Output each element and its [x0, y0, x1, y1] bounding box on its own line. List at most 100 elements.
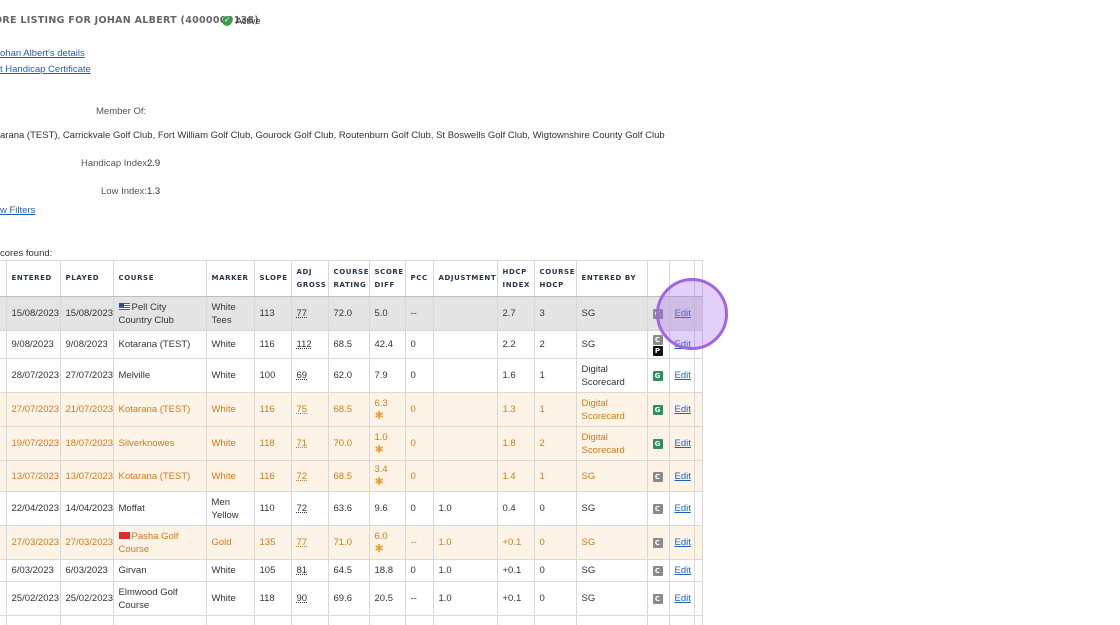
- cell-entered-by: SG: [576, 615, 648, 625]
- cell-edit: Edit: [669, 615, 695, 625]
- table-row: 15/08/2023 15/08/2023 Pell City Country Cl…: [0, 296, 703, 331]
- cell-score-diff: 18.8: [369, 559, 406, 582]
- col-marker[interactable]: MARKER: [206, 260, 255, 297]
- cell-marker: White: [206, 392, 255, 427]
- cell-score-diff: 7.9: [369, 358, 406, 393]
- col-played[interactable]: PLAYED: [60, 260, 114, 297]
- player-details-link[interactable]: ohan Albert's details: [0, 48, 85, 59]
- cell-entered: 25/02/2023: [6, 615, 61, 625]
- cell-course-rating: 68.5: [328, 460, 370, 492]
- adj-gross-link[interactable]: 77: [297, 308, 308, 319]
- edit-link[interactable]: Edit: [675, 370, 691, 381]
- table-row: 27/07/2023 21/07/2023 Kotarana (TEST) White…: [0, 392, 703, 427]
- cell-course-rating: 72.0: [328, 296, 370, 331]
- score-diff-value: 9.6: [374, 503, 388, 514]
- cell-entered: 28/07/2023: [6, 358, 61, 393]
- col-adjustment[interactable]: ADJUSTMENT: [433, 260, 498, 297]
- cell-source: C: [647, 296, 670, 331]
- cell-adjustment: 1.0: [433, 559, 498, 582]
- cell-played: 27/03/2023: [60, 525, 114, 560]
- cell-end: [694, 615, 703, 625]
- cell-course: Pasha Golf Course: [113, 525, 207, 560]
- cell-adj-gross: 75: [291, 392, 329, 427]
- adj-gross-link[interactable]: 72: [297, 471, 308, 482]
- score-diff-value: 1.0: [374, 431, 388, 443]
- cell-edit: Edit: [669, 525, 695, 560]
- edit-link[interactable]: Edit: [675, 339, 691, 350]
- cell-adj-gross: 77: [291, 296, 329, 331]
- col-slope[interactable]: SLOPE: [254, 260, 292, 297]
- adj-gross-link[interactable]: 75: [297, 404, 308, 415]
- cell-hdcp-index: 1.3: [497, 392, 535, 427]
- cell-played: 18/07/2023: [60, 426, 114, 461]
- edit-link[interactable]: Edit: [675, 308, 691, 319]
- cell-adj-gross: 72: [291, 491, 329, 526]
- col-pcc[interactable]: PCC: [405, 260, 434, 297]
- col-entered-by[interactable]: ENTERED BY: [576, 260, 648, 297]
- cell-slope: 119: [254, 615, 292, 625]
- competition-badge-icon: C: [652, 504, 663, 514]
- col-score-diff[interactable]: SCORE DIFF: [369, 260, 406, 297]
- adj-gross-link[interactable]: 72: [297, 503, 308, 514]
- cell-course-hdcp: 0: [534, 491, 577, 526]
- cell-adjustment: [433, 330, 498, 359]
- cell-source: G: [647, 358, 670, 393]
- col-course-hdcp[interactable]: COURSE HDCP: [534, 260, 577, 297]
- cell-slope: 116: [254, 392, 292, 427]
- cell-edit: Edit: [669, 296, 695, 331]
- cell-hdcp-index: +0.0: [497, 615, 535, 625]
- cell-course-hdcp: 1: [534, 392, 577, 427]
- adj-gross-link[interactable]: 81: [297, 565, 308, 576]
- cell-source: C: [647, 525, 670, 560]
- cell-marker: White Tees: [206, 296, 255, 331]
- cell-entered: 27/03/2023: [6, 525, 61, 560]
- edit-link[interactable]: Edit: [675, 438, 691, 449]
- cell-slope: 116: [254, 330, 292, 359]
- cell-pcc: 0: [405, 559, 434, 582]
- cell-played: 6/03/2023: [60, 559, 114, 582]
- adj-gross-link[interactable]: 69: [297, 370, 308, 381]
- score-table-body: 15/08/2023 15/08/2023 Pell City Country Cl…: [0, 296, 703, 625]
- cell-pcc: --: [405, 296, 434, 331]
- cell-adjustment: [433, 296, 498, 331]
- cell-entered: 15/08/2023: [6, 296, 61, 331]
- score-table: ENTERED PLAYED COURSE MARKER SLOPE ADJ G…: [0, 260, 703, 625]
- col-course[interactable]: COURSE: [113, 260, 207, 297]
- cell-entered-by: SG: [576, 491, 648, 526]
- cell-adj-gross: 77: [291, 525, 329, 560]
- score-table-container: ENTERED PLAYED COURSE MARKER SLOPE ADJ G…: [0, 260, 703, 625]
- cell-end: [694, 358, 703, 393]
- cell-entered-by: SG: [576, 581, 648, 616]
- score-diff-value: 18.8: [374, 565, 394, 576]
- edit-link[interactable]: Edit: [675, 503, 691, 514]
- cell-course-hdcp: 1: [534, 358, 577, 393]
- handicap-index-value: 2.9: [147, 158, 161, 169]
- cell-source: C: [647, 460, 670, 492]
- cell-adj-gross: 112: [291, 330, 329, 359]
- cell-played: 25/02/2023: [60, 581, 114, 616]
- adj-gross-link[interactable]: 77: [297, 537, 308, 548]
- table-row: 27/03/2023 27/03/2023 Pasha Golf Course Gol…: [0, 525, 703, 560]
- cell-hdcp-index: 1.4: [497, 460, 535, 492]
- cell-pcc: 0: [405, 460, 434, 492]
- cell-pcc: --: [405, 581, 434, 616]
- col-hdcp-index[interactable]: HDCP INDEX: [497, 260, 535, 297]
- edit-link[interactable]: Edit: [675, 404, 691, 415]
- adj-gross-link[interactable]: 90: [297, 593, 308, 604]
- col-adj-gross[interactable]: ADJ GROSS: [291, 260, 329, 297]
- adj-gross-link[interactable]: 112: [297, 339, 312, 350]
- cell-entered-by: Digital Scorecard: [576, 358, 648, 393]
- cell-slope: 105: [254, 559, 292, 582]
- filters-link[interactable]: w Filters: [0, 205, 35, 216]
- cell-score-diff: 20.5: [369, 581, 406, 616]
- edit-link[interactable]: Edit: [675, 537, 691, 548]
- col-entered[interactable]: ENTERED: [6, 260, 61, 297]
- edit-link[interactable]: Edit: [675, 593, 691, 604]
- adj-gross-link[interactable]: 71: [297, 438, 308, 449]
- cell-hdcp-index: 1.6: [497, 358, 535, 393]
- edit-link[interactable]: Edit: [675, 565, 691, 576]
- cell-adjustment: [433, 426, 498, 461]
- edit-link[interactable]: Edit: [675, 471, 691, 482]
- handicap-certificate-link[interactable]: t Handicap Certificate: [0, 64, 91, 75]
- col-course-rating[interactable]: COURSE RATING: [328, 260, 370, 297]
